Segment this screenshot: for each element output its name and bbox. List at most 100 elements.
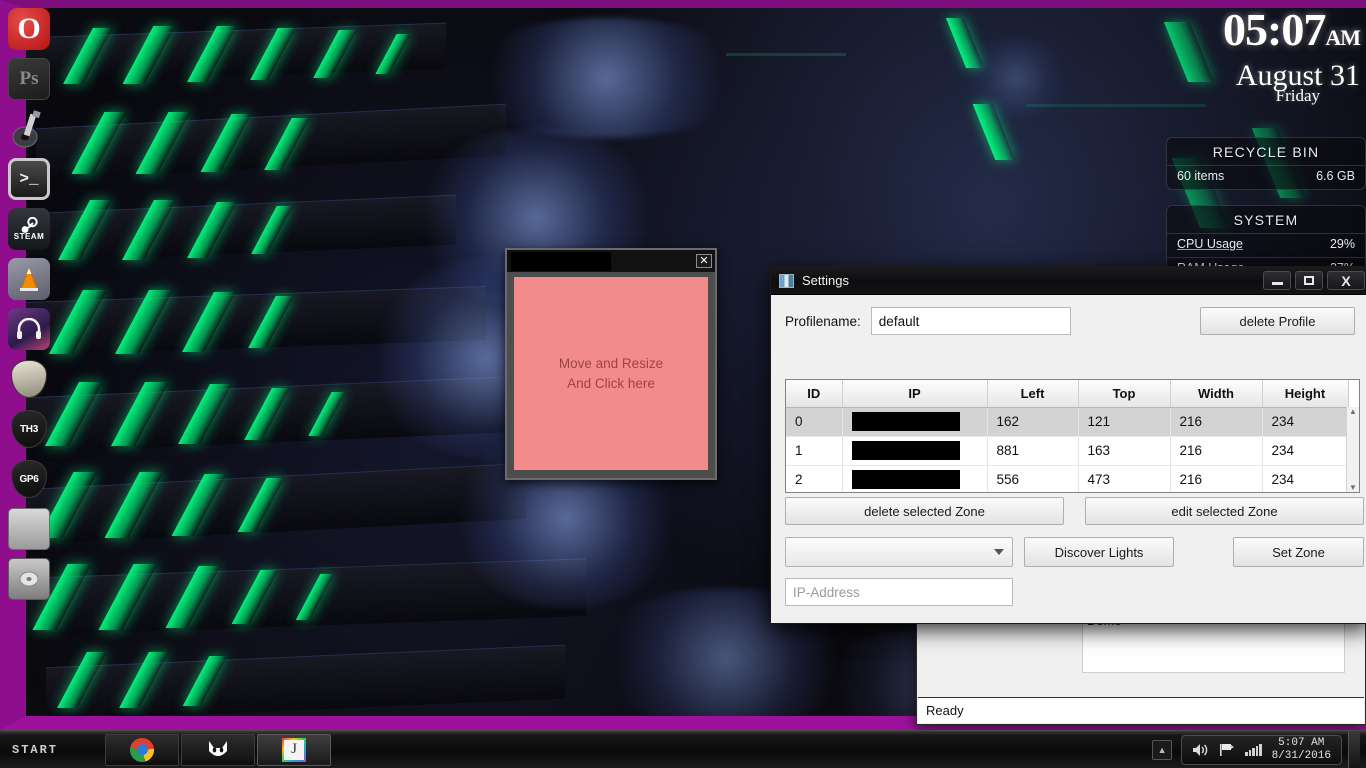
photoshop-glyph: Ps — [20, 68, 39, 90]
tray-overflow-icon[interactable]: ▲ — [1152, 740, 1172, 760]
minimize-button[interactable] — [1263, 271, 1291, 290]
taskbar-item-chrome[interactable] — [105, 734, 179, 766]
cpu-usage-label: CPU Usage — [1177, 237, 1243, 251]
col-height[interactable]: Height — [1262, 380, 1348, 407]
window-title: Settings — [802, 273, 849, 288]
taskbar: START J ▲ — [0, 730, 1366, 768]
taskbar-item-j-app[interactable]: J — [257, 734, 331, 766]
cell-ip — [842, 407, 987, 436]
headphones-icon[interactable] — [8, 308, 50, 350]
pick-shape-light — [11, 360, 47, 398]
maximize-icon — [1304, 276, 1314, 285]
opera-icon[interactable]: O — [8, 8, 50, 50]
cpu-usage-row: CPU Usage 29% — [1167, 233, 1365, 257]
col-top[interactable]: Top — [1078, 380, 1170, 407]
zones-table: ID IP Left Top Width Height 0 162 — [786, 380, 1349, 493]
delete-selected-zone-button[interactable]: delete selected Zone — [785, 497, 1064, 525]
system-gadget-title: SYSTEM — [1167, 206, 1365, 233]
settings-titlebar[interactable]: Settings X — [771, 267, 1366, 295]
cell-height: 234 — [1262, 436, 1348, 465]
opera-glyph: O — [17, 14, 40, 44]
cell-left: 556 — [987, 465, 1078, 493]
cell-top: 473 — [1078, 465, 1170, 493]
profilename-input[interactable] — [871, 307, 1071, 335]
signal-bars-icon[interactable] — [1245, 744, 1262, 756]
steam-icon[interactable]: STEAM — [8, 208, 50, 250]
col-width[interactable]: Width — [1170, 380, 1262, 407]
show-desktop-button[interactable] — [1348, 731, 1360, 768]
close-icon[interactable]: ✕ — [696, 254, 712, 268]
tray-box: 5:07 AM 8/31/2016 — [1181, 735, 1342, 765]
cell-height: 234 — [1262, 465, 1348, 493]
start-button[interactable]: START — [0, 731, 105, 768]
cell-id: 1 — [786, 436, 842, 465]
cell-width: 216 — [1170, 465, 1262, 493]
clock-time-row: 05:07AM — [1140, 8, 1360, 60]
zones-table-container[interactable]: ID IP Left Top Width Height 0 162 — [785, 379, 1360, 493]
hard-drive-icon[interactable] — [8, 508, 50, 550]
cell-ip — [842, 465, 987, 493]
volume-icon[interactable] — [1192, 743, 1209, 757]
table-row[interactable]: 1 881 163 216 234 — [786, 436, 1348, 465]
vlc-cone-svg — [16, 265, 42, 293]
recycle-bin-size: 6.6 GB — [1316, 169, 1355, 183]
ip-redacted — [852, 470, 960, 489]
status-bar: Ready — [918, 697, 1364, 723]
system-tray: ▲ 5:07 AM 8/31/2016 — [1152, 731, 1366, 768]
col-left[interactable]: Left — [987, 380, 1078, 407]
profile-row: Profilename: delete Profile — [785, 307, 1355, 335]
table-scrollbar[interactable]: ▲ ▼ — [1346, 407, 1359, 492]
clock-time: 05:07 — [1223, 4, 1325, 55]
ip-redacted — [852, 441, 960, 460]
col-ip[interactable]: IP — [842, 380, 987, 407]
scroll-up-icon[interactable]: ▲ — [1349, 407, 1357, 416]
guitar-pick-icon[interactable] — [8, 358, 50, 400]
edit-selected-zone-button[interactable]: edit selected Zone — [1085, 497, 1364, 525]
guitar-icon[interactable] — [8, 108, 50, 150]
col-id[interactable]: ID — [786, 380, 842, 407]
cd-disc-svg — [18, 571, 40, 587]
photoshop-icon[interactable]: Ps — [8, 58, 50, 100]
zone-overlay-body[interactable]: Move and Resize And Click here — [514, 277, 708, 470]
tray-time: 5:07 AM — [1272, 737, 1331, 750]
th3-label: TH3 — [20, 424, 38, 435]
gp6-label: GP6 — [19, 474, 38, 485]
zone-overlay-window[interactable]: ✕ Move and Resize And Click here — [505, 248, 717, 480]
light-select-dropdown[interactable] — [785, 537, 1013, 567]
clock-gadget[interactable]: 05:07AM August 31 Friday — [1140, 8, 1360, 116]
cell-ip — [842, 436, 987, 465]
terminal-glyph: >_ — [19, 170, 38, 188]
delete-profile-button[interactable]: delete Profile — [1200, 307, 1355, 335]
app-icon — [779, 274, 794, 288]
cd-drive-icon[interactable] — [8, 558, 50, 600]
status-text: Ready — [926, 703, 964, 718]
tray-clock[interactable]: 5:07 AM 8/31/2016 — [1272, 737, 1331, 763]
chevron-down-icon — [994, 549, 1004, 555]
th3-icon[interactable]: TH3 — [8, 408, 50, 450]
recycle-bin-gadget[interactable]: RECYCLE BIN 60 items 6.6 GB — [1166, 137, 1366, 190]
table-row[interactable]: 2 556 473 216 234 — [786, 465, 1348, 493]
ip-address-input[interactable] — [785, 578, 1013, 606]
taskbar-item-foobar2000[interactable] — [181, 734, 255, 766]
discover-lights-button[interactable]: Discover Lights — [1024, 537, 1174, 567]
profilename-label: Profilename: — [785, 314, 861, 329]
terminal-icon[interactable]: >_ — [8, 158, 50, 200]
j-app-icon: J — [282, 738, 306, 762]
table-row[interactable]: 0 162 121 216 234 — [786, 407, 1348, 436]
vlc-icon[interactable] — [8, 258, 50, 300]
gp6-icon[interactable]: GP6 — [8, 458, 50, 500]
maximize-button[interactable] — [1295, 271, 1323, 290]
network-flag-icon[interactable] — [1219, 743, 1235, 757]
zone-overlay-titlebar[interactable]: ✕ — [507, 250, 715, 272]
cell-left: 162 — [987, 407, 1078, 436]
close-button[interactable]: X — [1327, 271, 1365, 290]
cell-left: 881 — [987, 436, 1078, 465]
settings-window[interactable]: Settings X Profilename: delete Profile — [770, 266, 1366, 624]
minimize-icon — [1272, 282, 1283, 285]
set-zone-button[interactable]: Set Zone — [1233, 537, 1364, 567]
scroll-down-icon[interactable]: ▼ — [1349, 483, 1357, 492]
gp6-pick-shape: GP6 — [11, 460, 47, 498]
recycle-bin-count: 60 items — [1177, 169, 1224, 183]
settings-body: Profilename: delete Profile ID IP Left — [771, 295, 1366, 623]
th3-pick-shape: TH3 — [11, 410, 47, 448]
